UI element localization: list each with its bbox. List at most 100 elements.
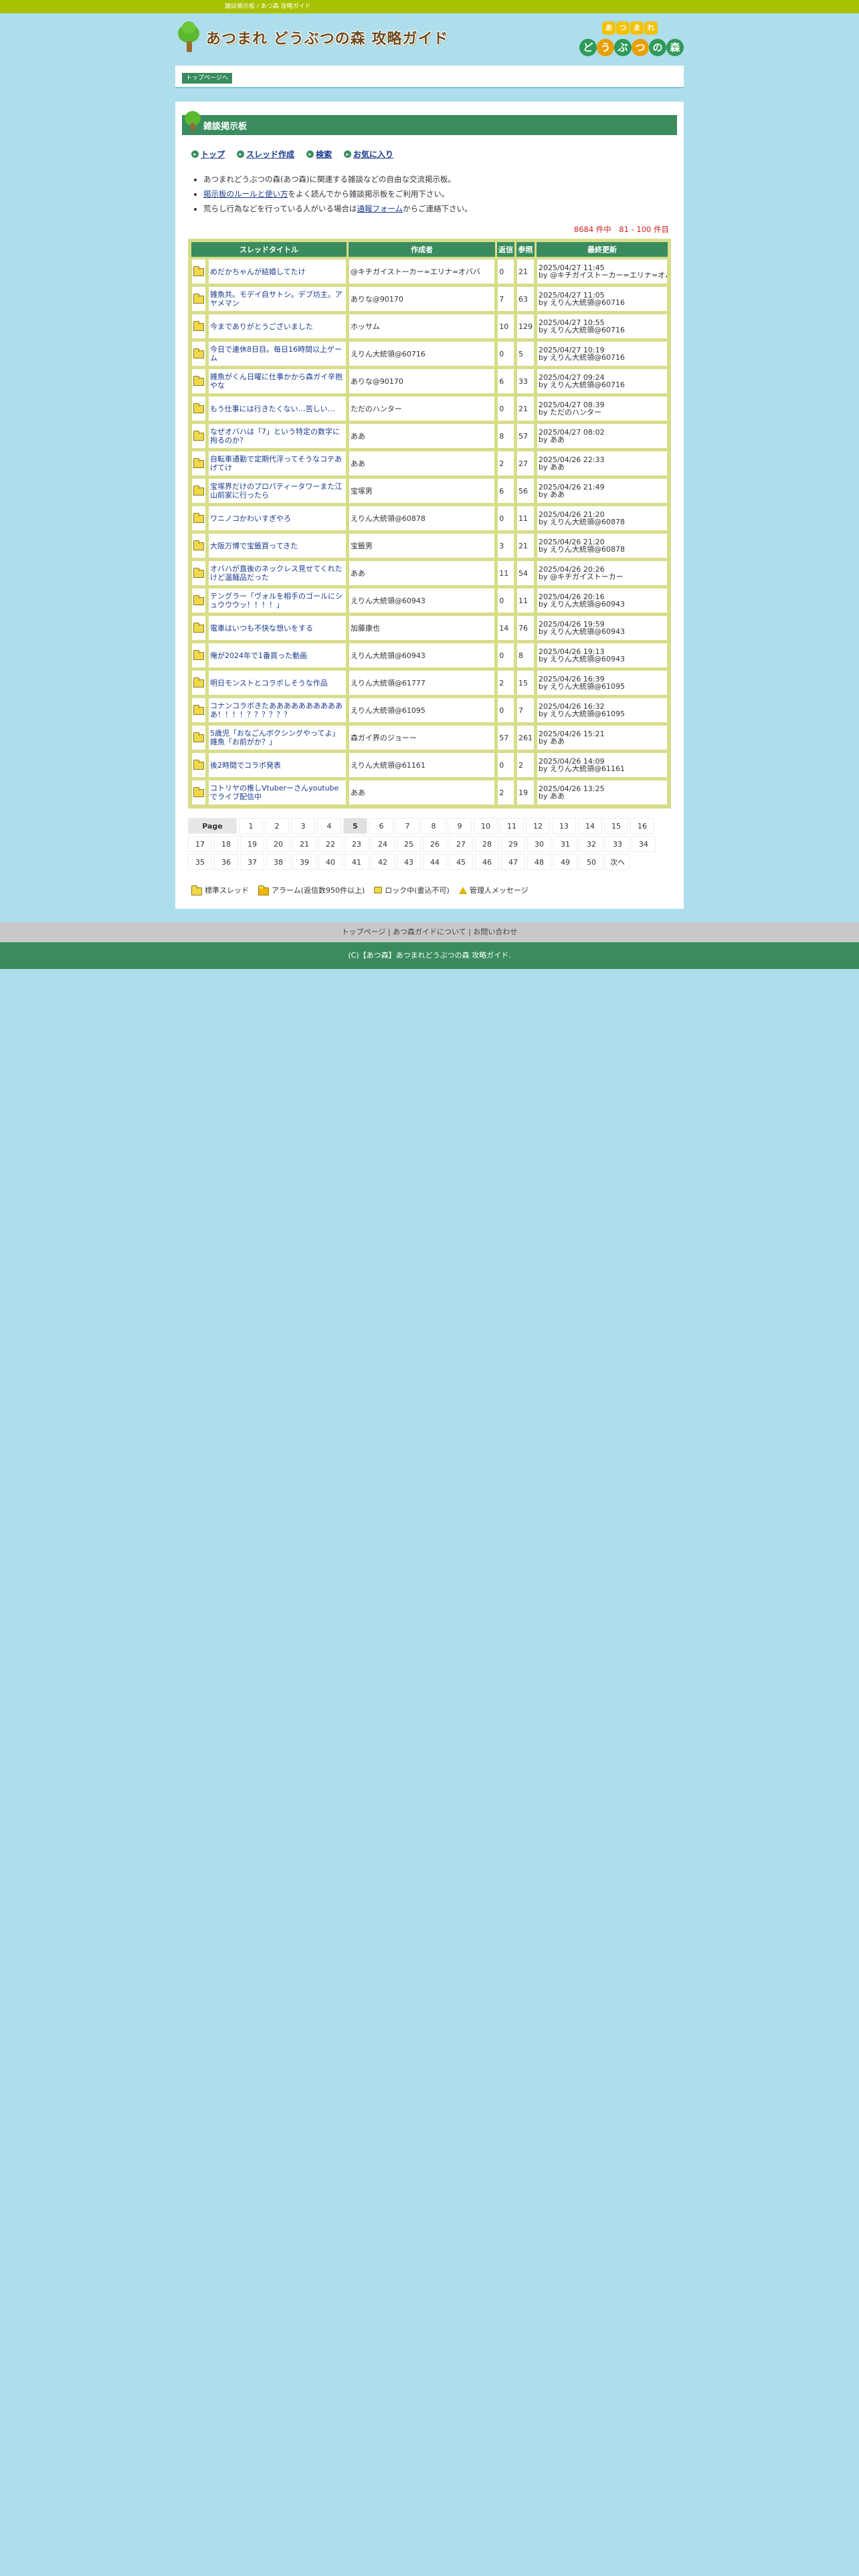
table-row[interactable]: 今日で連休8日目。毎日16時間以上ゲーム えりん大統領@60716 0 5 2025/0… bbox=[191, 341, 668, 366]
table-row[interactable]: 大阪万博で宝籤買ってきた 宝籤男 3 21 2025/04/26 21:20 by えりん… bbox=[191, 533, 668, 558]
table-row[interactable]: 明日モンストとコラボしそうな作品 えりん大統領@61777 2 15 2025/04/2… bbox=[191, 670, 668, 695]
page-link[interactable]: 12 bbox=[526, 818, 550, 834]
thread-title-link[interactable]: コトリヤの推しVtuberーさんyoutubeでライブ配信中 bbox=[210, 784, 339, 801]
thread-title-link[interactable]: もう仕事には行きたくない…苦しい… bbox=[210, 405, 335, 413]
page-link[interactable]: 20 bbox=[266, 836, 290, 852]
table-row[interactable]: 5歳児「おなごんボクシングやってよ」雑魚「お前がか？」 森ガイ界のジョーー 57 26… bbox=[191, 725, 668, 750]
page-link[interactable]: 27 bbox=[449, 836, 473, 852]
page-link[interactable]: 41 bbox=[345, 854, 369, 870]
page-link[interactable]: 39 bbox=[292, 854, 316, 870]
page-link[interactable]: 24 bbox=[371, 836, 395, 852]
nav-search-link[interactable]: 検索 bbox=[316, 148, 332, 160]
nav-favorites[interactable]: ▸ お気に入り bbox=[344, 148, 393, 160]
page-link[interactable]: 3 bbox=[291, 818, 315, 834]
page-link[interactable]: 13 bbox=[552, 818, 576, 834]
thread-title-link[interactable]: テングラー「ヴォルを相手のゴールにシュウウウッ！！！！」 bbox=[210, 592, 343, 609]
table-row[interactable]: コナンコラボきたあああああああああああ！！！！？？？？？？ えりん大統領@6109… bbox=[191, 697, 668, 723]
page-link[interactable]: 9 bbox=[448, 818, 472, 834]
nav-create-thread[interactable]: ▸ スレッド作成 bbox=[237, 148, 294, 160]
nav-top[interactable]: ▸ トップ bbox=[191, 148, 225, 160]
page-link[interactable]: 35 bbox=[188, 854, 212, 870]
table-row[interactable]: 今までありがとうございました ホッサム 10 129 2025/04/27 10:55 b… bbox=[191, 314, 668, 339]
page-link[interactable]: 46 bbox=[475, 854, 499, 870]
page-link[interactable]: 次へ bbox=[605, 854, 630, 870]
page-link[interactable]: 19 bbox=[240, 836, 264, 852]
page-link[interactable]: 22 bbox=[318, 836, 343, 852]
table-row[interactable]: テングラー「ヴォルを相手のゴールにシュウウウッ！！！！」 えりん大統領@60943… bbox=[191, 588, 668, 613]
table-row[interactable]: 雑魚がくん日曜に仕事かから森ガイ辛抱やな ありな@90170 6 33 2025/04/… bbox=[191, 368, 668, 394]
table-row[interactable]: オバハが直後のネックレス見せてくれたけど温麺品だった ああ 11 54 2025/04/… bbox=[191, 560, 668, 586]
nav-search[interactable]: ▸ 検索 bbox=[306, 148, 332, 160]
page-link[interactable]: 30 bbox=[527, 836, 551, 852]
site-logo[interactable]: あつまれ どうぶつの森 攻略ガイド bbox=[175, 21, 448, 53]
page-link[interactable]: 15 bbox=[604, 818, 628, 834]
page-link[interactable]: 31 bbox=[553, 836, 577, 852]
page-link[interactable]: 37 bbox=[240, 854, 264, 870]
page-link[interactable]: 29 bbox=[501, 836, 525, 852]
page-link[interactable]: 43 bbox=[397, 854, 421, 870]
thread-title-link[interactable]: 5歳児「おなごんボクシングやってよ」雑魚「お前がか？」 bbox=[210, 729, 339, 746]
table-row[interactable]: コトリヤの推しVtuberーさんyoutubeでライブ配信中 ああ 2 19 2025/… bbox=[191, 780, 668, 805]
page-link[interactable]: 44 bbox=[423, 854, 447, 870]
table-row[interactable]: めだかちゃんが結婚してたけ @キチガイストーカー=エリナ=オババ 0 21 2025/0… bbox=[191, 259, 668, 284]
thread-title-link[interactable]: 電車はいつも不快な想いをする bbox=[210, 624, 313, 633]
thread-title-link[interactable]: 今日で連休8日目。毎日16時間以上ゲーム bbox=[210, 345, 342, 362]
thread-title-link[interactable]: 雑魚共。モデイ自サトシ。デブ坊主。アヤメマン bbox=[210, 290, 343, 308]
thread-title-link[interactable]: 後2時間でコラボ発表 bbox=[210, 761, 281, 770]
table-row[interactable]: 俺が2024年で1番買った動画 えりん大統領@60943 0 8 2025/04/26 … bbox=[191, 643, 668, 668]
report-form-link[interactable]: 通報フォーム bbox=[357, 204, 403, 213]
footer-links[interactable]: トップページ | あつ森ガイドについて | お問い合わせ bbox=[0, 922, 859, 942]
page-link[interactable]: 17 bbox=[188, 836, 212, 852]
page-link[interactable]: 18 bbox=[214, 836, 238, 852]
nav-top-link[interactable]: トップ bbox=[201, 148, 225, 160]
thread-title-link[interactable]: 宝塚界だけのプロパティータワーまた江山前家に行ったら bbox=[210, 482, 342, 500]
table-row[interactable]: 雑魚共。モデイ自サトシ。デブ坊主。アヤメマン ありな@90170 7 63 2025/0… bbox=[191, 286, 668, 312]
thread-title-link[interactable]: コナンコラボきたあああああああああああ！！！！？？？？？？ bbox=[210, 702, 343, 719]
page-link[interactable]: 1 bbox=[239, 818, 263, 834]
page-link[interactable]: 7 bbox=[395, 818, 419, 834]
thread-title-link[interactable]: 明日モンストとコラボしそうな作品 bbox=[210, 679, 328, 687]
thread-title-link[interactable]: めだかちゃんが結婚してたけ bbox=[210, 267, 306, 276]
page-link[interactable]: 45 bbox=[449, 854, 473, 870]
page-link[interactable]: 33 bbox=[605, 836, 630, 852]
page-link[interactable]: 16 bbox=[630, 818, 654, 834]
nav-favorites-link[interactable]: お気に入り bbox=[353, 148, 393, 160]
page-link[interactable]: 49 bbox=[553, 854, 577, 870]
page-link[interactable]: 4 bbox=[317, 818, 341, 834]
thread-title-link[interactable]: 自転車通勤で定期代浮ってそうなコテあげてけ bbox=[210, 455, 342, 472]
table-row[interactable]: 自転車通勤で定期代浮ってそうなコテあげてけ ああ 2 27 2025/04/26 22:… bbox=[191, 451, 668, 476]
page-link[interactable]: 32 bbox=[579, 836, 603, 852]
page-current[interactable]: 5 bbox=[343, 818, 367, 834]
page-link[interactable]: 8 bbox=[421, 818, 446, 834]
thread-title-link[interactable]: 俺が2024年で1番買った動画 bbox=[210, 651, 307, 660]
thread-title-link[interactable]: 大阪万博で宝籤買ってきた bbox=[210, 542, 298, 550]
thread-title-link[interactable]: なぜオバハは「7」という特定の数字に拘るのか？ bbox=[210, 427, 340, 445]
table-row[interactable]: 後2時間でコラボ発表 えりん大統領@61161 0 2 2025/04/26 14:09… bbox=[191, 752, 668, 778]
page-link[interactable]: 2 bbox=[265, 818, 289, 834]
page-link[interactable]: 47 bbox=[501, 854, 525, 870]
page-link[interactable]: 11 bbox=[500, 818, 524, 834]
page-link[interactable]: 48 bbox=[527, 854, 551, 870]
table-row[interactable]: ワニノコかわいすぎやろ えりん大統領@60878 0 11 2025/04/26 21:… bbox=[191, 506, 668, 531]
table-row[interactable]: 宝塚界だけのプロパティータワーまた江山前家に行ったら 宝塚男 6 56 2025/04/… bbox=[191, 478, 668, 504]
top-page-button[interactable]: トップページへ bbox=[182, 73, 232, 84]
thread-title-link[interactable]: 雑魚がくん日曜に仕事かから森ガイ辛抱やな bbox=[210, 372, 343, 390]
page-link[interactable]: 34 bbox=[632, 836, 656, 852]
page-link[interactable]: 21 bbox=[292, 836, 316, 852]
page-link[interactable]: 36 bbox=[214, 854, 238, 870]
page-link[interactable]: 10 bbox=[474, 818, 498, 834]
page-link[interactable]: 14 bbox=[578, 818, 602, 834]
thread-title-link[interactable]: オバハが直後のネックレス見せてくれたけど温麺品だった bbox=[210, 564, 343, 582]
page-link[interactable]: 42 bbox=[371, 854, 395, 870]
table-row[interactable]: なぜオバハは「7」という特定の数字に拘るのか？ ああ 8 57 2025/04/27 0… bbox=[191, 423, 668, 449]
table-row[interactable]: もう仕事には行きたくない…苦しい… ただのハンター 0 21 2025/04/27 08… bbox=[191, 396, 668, 421]
thread-title-link[interactable]: 今までありがとうございました bbox=[210, 322, 313, 331]
page-link[interactable]: 40 bbox=[318, 854, 343, 870]
page-link[interactable]: 25 bbox=[397, 836, 421, 852]
page-link[interactable]: 23 bbox=[345, 836, 369, 852]
page-link[interactable]: 50 bbox=[579, 854, 603, 870]
page-link[interactable]: 26 bbox=[423, 836, 447, 852]
page-link[interactable]: 38 bbox=[266, 854, 290, 870]
page-link[interactable]: 6 bbox=[369, 818, 393, 834]
page-link[interactable]: 28 bbox=[475, 836, 499, 852]
